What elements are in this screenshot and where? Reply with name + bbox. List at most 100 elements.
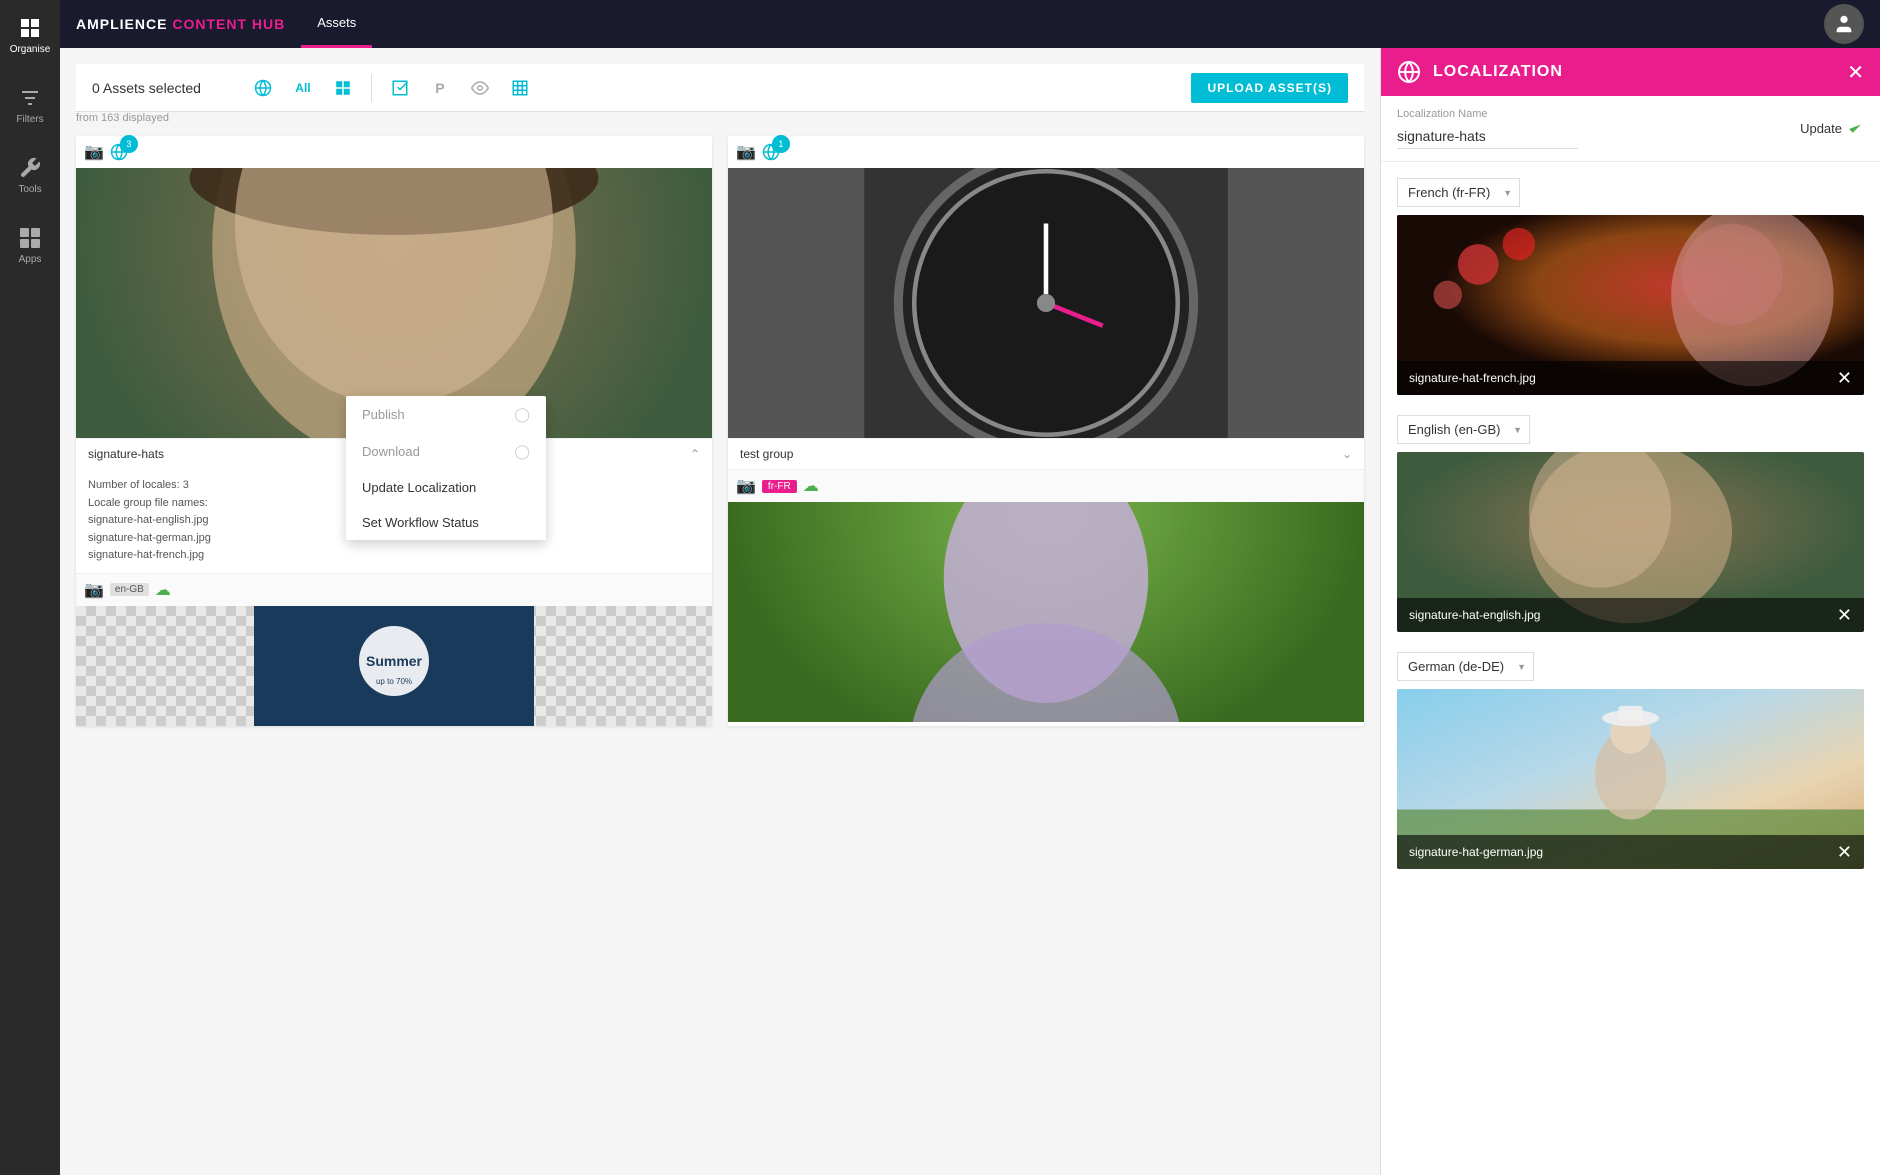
asset-card-2: 📷 1 <box>728 136 1364 726</box>
check-filter-button[interactable] <box>384 72 416 104</box>
loc-header: LOCALIZATION ✕ <box>1381 48 1880 96</box>
menu-item-set-workflow[interactable]: Set Workflow Status <box>346 505 546 540</box>
assets-toolbar: 0 Assets selected All P <box>76 64 1364 112</box>
brand-name: AMPLIENCE CONTENT HUB <box>76 16 285 32</box>
locale-select-english[interactable]: English (en-GB) <box>1397 415 1530 444</box>
asset-card-2-footer: test group ⌄ <box>728 438 1364 469</box>
loc-image-overlay-german: signature-hat-german.jpg ✕ <box>1397 835 1864 869</box>
loc-name-bar: Localization Name Update <box>1381 96 1880 162</box>
update-button[interactable]: Update <box>1800 120 1864 138</box>
menu-item-publish[interactable]: Publish ◯ <box>346 396 546 433</box>
from-text: from 163 displayed <box>76 112 1364 124</box>
loc-image-overlay-english: signature-hat-english.jpg ✕ <box>1397 598 1864 632</box>
sidebar: Organise Filters Tools Apps <box>0 0 60 1175</box>
loc-image-card-english: signature-hat-english.jpg ✕ <box>1397 452 1864 632</box>
grid-view-button[interactable] <box>327 72 359 104</box>
main-area: AMPLIENCE CONTENT HUB Assets 0 Assets se… <box>60 0 1880 1175</box>
camera-icon-1: 📷 <box>84 142 104 162</box>
asset-image-watch <box>728 168 1364 438</box>
loc-name-field-wrap: Localization Name <box>1397 108 1788 149</box>
publish-disabled-icon: ◯ <box>514 406 530 423</box>
eye-filter-button[interactable] <box>464 72 496 104</box>
loc-image-overlay-french: signature-hat-french.jpg ✕ <box>1397 361 1864 395</box>
asset-image-summer: Summer up to 70% <box>76 606 712 726</box>
expand-button-1[interactable]: ⌃ <box>690 447 700 461</box>
topbar-right <box>1824 4 1864 44</box>
locale-row-french: French (fr-FR) <box>1397 178 1864 395</box>
locale-row-german: German (de-DE) <box>1397 652 1864 869</box>
sidebar-label-organise: Organise <box>10 44 51 55</box>
all-filter-button[interactable]: All <box>287 72 319 104</box>
loc-image-card-french: signature-hat-french.jpg ✕ <box>1397 215 1864 395</box>
loc-content: French (fr-FR) <box>1381 162 1880 1175</box>
check-icon <box>1846 120 1864 138</box>
svg-text:Summer: Summer <box>366 653 423 669</box>
locale-count-badge-2: 1 <box>772 135 790 153</box>
user-avatar-button[interactable] <box>1824 4 1864 44</box>
locale-select-wrap-german: German (de-DE) <box>1397 652 1534 681</box>
menu-item-update-localization[interactable]: Update Localization <box>346 470 546 505</box>
svg-text:up to 70%: up to 70% <box>376 677 412 686</box>
camera-icon-sub-1: 📷 <box>84 580 104 600</box>
sidebar-item-tools[interactable]: Tools <box>0 140 60 210</box>
asset-card-2-header: 📷 1 <box>728 136 1364 168</box>
sidebar-label-filters: Filters <box>16 114 43 125</box>
loc-remove-button-english[interactable]: ✕ <box>1837 606 1852 624</box>
sub-asset-header-1: 📷 en-GB ☁ <box>76 573 712 606</box>
locale-badge-en-gb: en-GB <box>110 583 149 596</box>
sidebar-item-apps[interactable]: Apps <box>0 210 60 280</box>
locale-select-wrap-english: English (en-GB) <box>1397 415 1530 444</box>
sidebar-item-filters[interactable]: Filters <box>0 70 60 140</box>
expand-button-2[interactable]: ⌄ <box>1342 447 1352 461</box>
loc-image-name-english: signature-hat-english.jpg <box>1409 608 1540 622</box>
locale-selector-german: German (de-DE) <box>1397 652 1864 681</box>
asset-grid: 📷 3 Publish ◯ Download <box>76 136 1364 726</box>
menu-item-download[interactable]: Download ◯ <box>346 433 546 470</box>
globe-filter-button[interactable] <box>247 72 279 104</box>
loc-remove-button-french[interactable]: ✕ <box>1837 369 1852 387</box>
globe-wrap-1: 3 <box>110 143 138 161</box>
asset-name-2: test group <box>740 447 793 461</box>
loc-remove-button-german[interactable]: ✕ <box>1837 843 1852 861</box>
grid-pattern-button[interactable] <box>504 72 536 104</box>
update-label: Update <box>1800 121 1842 136</box>
file-french: signature-hat-french.jpg <box>88 547 700 565</box>
locale-select-french[interactable]: French (fr-FR) <box>1397 178 1520 207</box>
locale-select-german[interactable]: German (de-DE) <box>1397 652 1534 681</box>
locale-count-badge-1: 3 <box>120 135 138 153</box>
locale-selector-french: French (fr-FR) <box>1397 178 1864 207</box>
upload-assets-button[interactable]: UPLOAD ASSET(S) <box>1191 73 1348 103</box>
loc-name-input[interactable] <box>1397 124 1578 149</box>
asset-card-1: 📷 3 Publish ◯ Download <box>76 136 712 726</box>
asset-count: 0 Assets selected <box>92 80 201 96</box>
localization-panel: LOCALIZATION ✕ Localization Name Update <box>1380 48 1880 1175</box>
globe-header-icon <box>1397 60 1421 84</box>
loc-image-name-french: signature-hat-french.jpg <box>1409 371 1536 385</box>
cloud-icon-2: ☁ <box>803 476 819 496</box>
camera-icon-2: 📷 <box>736 142 756 162</box>
loc-image-card-german: signature-hat-german.jpg ✕ <box>1397 689 1864 869</box>
locale-select-wrap-french: French (fr-FR) <box>1397 178 1520 207</box>
assets-panel: 0 Assets selected All P <box>60 48 1380 1175</box>
locale-selector-english: English (en-GB) <box>1397 415 1864 444</box>
sidebar-item-organise[interactable]: Organise <box>0 0 60 70</box>
asset-card-1-header: 📷 3 <box>76 136 712 168</box>
nav-tab-assets[interactable]: Assets <box>301 0 372 48</box>
loc-close-button[interactable]: ✕ <box>1847 60 1864 85</box>
asset-name-1: signature-hats <box>88 447 164 461</box>
sort-button[interactable] <box>217 77 239 99</box>
globe-wrap-2: 1 <box>762 143 790 161</box>
sub-asset-header-2: 📷 fr-FR ☁ <box>728 469 1364 502</box>
download-disabled-icon: ◯ <box>514 443 530 460</box>
context-menu: Publish ◯ Download ◯ Update Localization… <box>346 396 546 540</box>
p-filter-button[interactable]: P <box>424 72 456 104</box>
loc-name-label: Localization Name <box>1397 108 1788 120</box>
loc-title: LOCALIZATION <box>1433 63 1835 81</box>
topbar: AMPLIENCE CONTENT HUB Assets <box>60 0 1880 48</box>
sidebar-label-tools: Tools <box>18 184 41 195</box>
cloud-icon-1: ☁ <box>155 580 171 600</box>
content-split: 0 Assets selected All P <box>60 48 1880 1175</box>
locale-badge-fr-fr: fr-FR <box>762 480 797 493</box>
asset-image-woman-dress <box>728 502 1364 722</box>
locale-row-english: English (en-GB) <box>1397 415 1864 632</box>
